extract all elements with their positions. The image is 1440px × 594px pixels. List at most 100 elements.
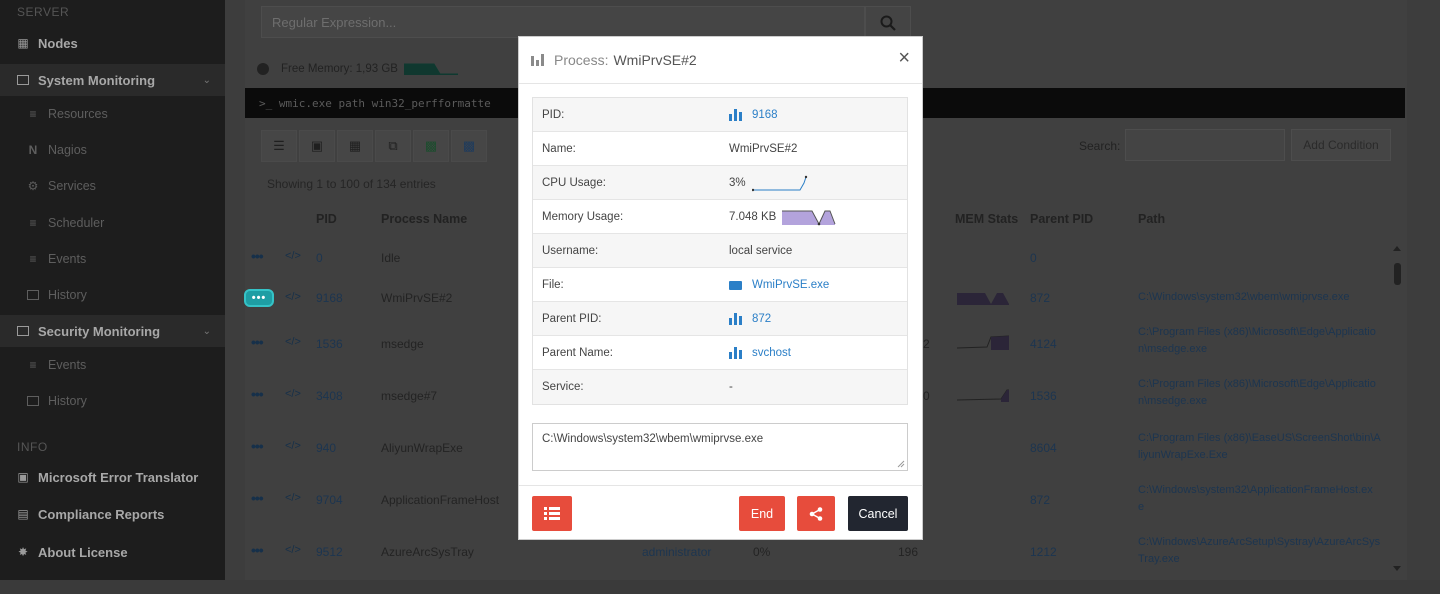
free-memory-sparkline bbox=[403, 63, 458, 75]
parent-name-value[interactable]: svchost bbox=[752, 347, 791, 359]
bar-chart-icon bbox=[729, 109, 742, 121]
sidebar-item-error-translator[interactable]: ▣ Microsoft Error Translator bbox=[0, 461, 225, 493]
path-cell-continued[interactable]: n\msedge.exe bbox=[1138, 395, 1207, 407]
more-actions-button[interactable]: ••• bbox=[251, 490, 264, 506]
table-toolbar: ☰ ▣ ▦ ⧉ ▩ ▩ bbox=[261, 130, 489, 162]
path-cell[interactable]: C:\Windows\system32\wbem\wmiprvse.exe bbox=[1138, 291, 1350, 303]
code-icon[interactable]: </> bbox=[285, 440, 301, 452]
code-icon[interactable]: </> bbox=[285, 336, 301, 348]
more-actions-button[interactable]: ••• bbox=[251, 334, 264, 350]
column-header-process-name[interactable]: Process Name bbox=[381, 212, 467, 226]
info-value-link[interactable]: 9168 bbox=[729, 109, 778, 121]
more-actions-button-active[interactable]: ••• bbox=[244, 289, 274, 307]
parent-pid-cell[interactable]: 872 bbox=[1030, 291, 1050, 305]
code-icon[interactable]: </> bbox=[285, 291, 301, 303]
parent-pid-link[interactable]: 872 bbox=[729, 313, 771, 325]
path-textarea-value[interactable]: C:\Windows\system32\wbem\wmiprvse.exe bbox=[542, 433, 763, 445]
more-actions-button[interactable]: ••• bbox=[251, 438, 264, 454]
regex-search-input[interactable]: Regular Expression... bbox=[261, 6, 865, 38]
scroll-down-arrow[interactable] bbox=[1393, 566, 1401, 571]
name-value: WmiPrvSE#2 bbox=[729, 143, 798, 155]
sidebar-item-nodes[interactable]: ▦ Nodes bbox=[0, 27, 225, 59]
details-list-button[interactable] bbox=[532, 496, 572, 531]
more-actions-button[interactable]: ••• bbox=[251, 248, 264, 264]
parent-pid-cell[interactable]: 4124 bbox=[1030, 337, 1057, 351]
sidebar-item-system-monitoring[interactable]: System Monitoring ⌄ bbox=[0, 64, 225, 96]
username-cell[interactable]: administrator bbox=[642, 545, 711, 559]
sidebar-item-events[interactable]: ≡ Events bbox=[0, 243, 225, 275]
column-header-path[interactable]: Path bbox=[1138, 212, 1165, 226]
path-cell-continued[interactable]: liyunWrapExe.Exe bbox=[1138, 449, 1228, 461]
path-cell[interactable]: C:\Windows\AzureArcSetup\Systray\AzureAr… bbox=[1138, 536, 1380, 548]
delete-filter-button[interactable]: ▦ bbox=[337, 130, 373, 162]
table-search-input[interactable] bbox=[1125, 129, 1285, 161]
pid-cell[interactable]: 0 bbox=[316, 251, 323, 265]
column-header-parent-pid[interactable]: Parent PID bbox=[1030, 212, 1093, 226]
pid-cell[interactable]: 1536 bbox=[316, 337, 343, 351]
cpu-value-wrap: 3% bbox=[729, 173, 810, 193]
table-row[interactable]: ••• </> 9512 AzureArcSysTray administrat… bbox=[225, 536, 1385, 594]
path-cell-continued[interactable]: e bbox=[1138, 501, 1144, 513]
code-icon[interactable]: </> bbox=[285, 250, 301, 262]
sidebar-item-security-history[interactable]: History bbox=[0, 385, 225, 417]
path-cell-continued[interactable]: Tray.exe bbox=[1138, 553, 1180, 565]
pid-cell[interactable]: 9168 bbox=[316, 291, 343, 305]
pid-cell[interactable]: 940 bbox=[316, 441, 336, 455]
pid-cell[interactable]: 3408 bbox=[316, 389, 343, 403]
sidebar-item-history[interactable]: History bbox=[0, 279, 225, 311]
export-csv-button[interactable]: ▩ bbox=[451, 130, 487, 162]
close-icon[interactable]: × bbox=[898, 48, 910, 68]
sidebar-item-scheduler[interactable]: ≡ Scheduler bbox=[0, 207, 225, 239]
save-filter-button[interactable]: ▣ bbox=[299, 130, 335, 162]
code-icon[interactable]: </> bbox=[285, 544, 301, 556]
parent-pid-cell[interactable]: 872 bbox=[1030, 493, 1050, 507]
code-icon[interactable]: </> bbox=[285, 492, 301, 504]
pid-value[interactable]: 9168 bbox=[752, 109, 778, 121]
resize-handle-icon[interactable] bbox=[897, 460, 905, 468]
parent-pid-cell[interactable]: 1212 bbox=[1030, 545, 1057, 559]
copy-button[interactable]: ⧉ bbox=[375, 130, 411, 162]
puzzle-icon: ▣ bbox=[17, 470, 29, 484]
sidebar-item-security-monitoring[interactable]: Security Monitoring ⌄ bbox=[0, 315, 225, 347]
pid-cell[interactable]: 9512 bbox=[316, 545, 343, 559]
pid-cell[interactable]: 9704 bbox=[316, 493, 343, 507]
more-actions-button[interactable]: ••• bbox=[251, 386, 264, 402]
file-link[interactable]: WmiPrvSE.exe bbox=[729, 279, 829, 291]
path-cell[interactable]: C:\Program Files (x86)\Microsoft\Edge\Ap… bbox=[1138, 326, 1376, 338]
sidebar-item-nagios[interactable]: N Nagios bbox=[0, 134, 225, 166]
sidebar-item-security-events[interactable]: ≡ Events bbox=[0, 349, 225, 381]
select-columns-button[interactable]: ☰ bbox=[261, 130, 297, 162]
code-icon[interactable]: </> bbox=[285, 388, 301, 400]
sidebar-item-services[interactable]: ⚙ Services bbox=[0, 170, 225, 202]
add-condition-button[interactable]: Add Condition bbox=[1291, 129, 1391, 161]
parent-pid-value[interactable]: 872 bbox=[752, 313, 771, 325]
table-scrollbar-thumb[interactable] bbox=[1394, 263, 1401, 285]
path-textarea[interactable]: C:\Windows\system32\wbem\wmiprvse.exe bbox=[532, 423, 908, 471]
sidebar-item-about-license[interactable]: ✸ About License bbox=[0, 536, 225, 568]
path-cell[interactable]: C:\Program Files (x86)\Microsoft\Edge\Ap… bbox=[1138, 378, 1376, 390]
path-cell-continued[interactable]: n\msedge.exe bbox=[1138, 343, 1207, 355]
parent-pid-cell[interactable]: 8604 bbox=[1030, 441, 1057, 455]
document-icon: ▤ bbox=[17, 507, 29, 521]
excel-icon: ▩ bbox=[424, 138, 438, 153]
sidebar-item-label: History bbox=[48, 394, 87, 408]
search-button[interactable] bbox=[865, 6, 911, 40]
file-value[interactable]: WmiPrvSE.exe bbox=[752, 279, 829, 291]
sidebar-item-compliance-reports[interactable]: ▤ Compliance Reports bbox=[0, 498, 225, 530]
free-memory-text: Free Memory: 1,93 GB bbox=[281, 63, 398, 75]
parent-pid-cell[interactable]: 1536 bbox=[1030, 389, 1057, 403]
export-excel-button[interactable]: ▩ bbox=[413, 130, 449, 162]
info-label: Service: bbox=[542, 381, 584, 393]
sidebar-item-resources[interactable]: ≡ Resources bbox=[0, 98, 225, 130]
end-process-button[interactable]: End bbox=[739, 496, 785, 531]
parent-pid-cell[interactable]: 0 bbox=[1030, 251, 1037, 265]
parent-name-link[interactable]: svchost bbox=[729, 347, 791, 359]
column-header-pid[interactable]: PID bbox=[316, 212, 337, 226]
column-header-mem-stats[interactable]: MEM Stats bbox=[955, 212, 1018, 226]
cancel-button[interactable]: Cancel bbox=[848, 496, 908, 531]
more-actions-button[interactable]: ••• bbox=[251, 542, 264, 558]
scroll-up-arrow[interactable] bbox=[1393, 246, 1401, 251]
share-button[interactable] bbox=[797, 496, 835, 531]
path-cell[interactable]: C:\Windows\system32\ApplicationFrameHost… bbox=[1138, 484, 1373, 496]
path-cell[interactable]: C:\Program Files (x86)\EaseUS\ScreenShot… bbox=[1138, 432, 1381, 444]
